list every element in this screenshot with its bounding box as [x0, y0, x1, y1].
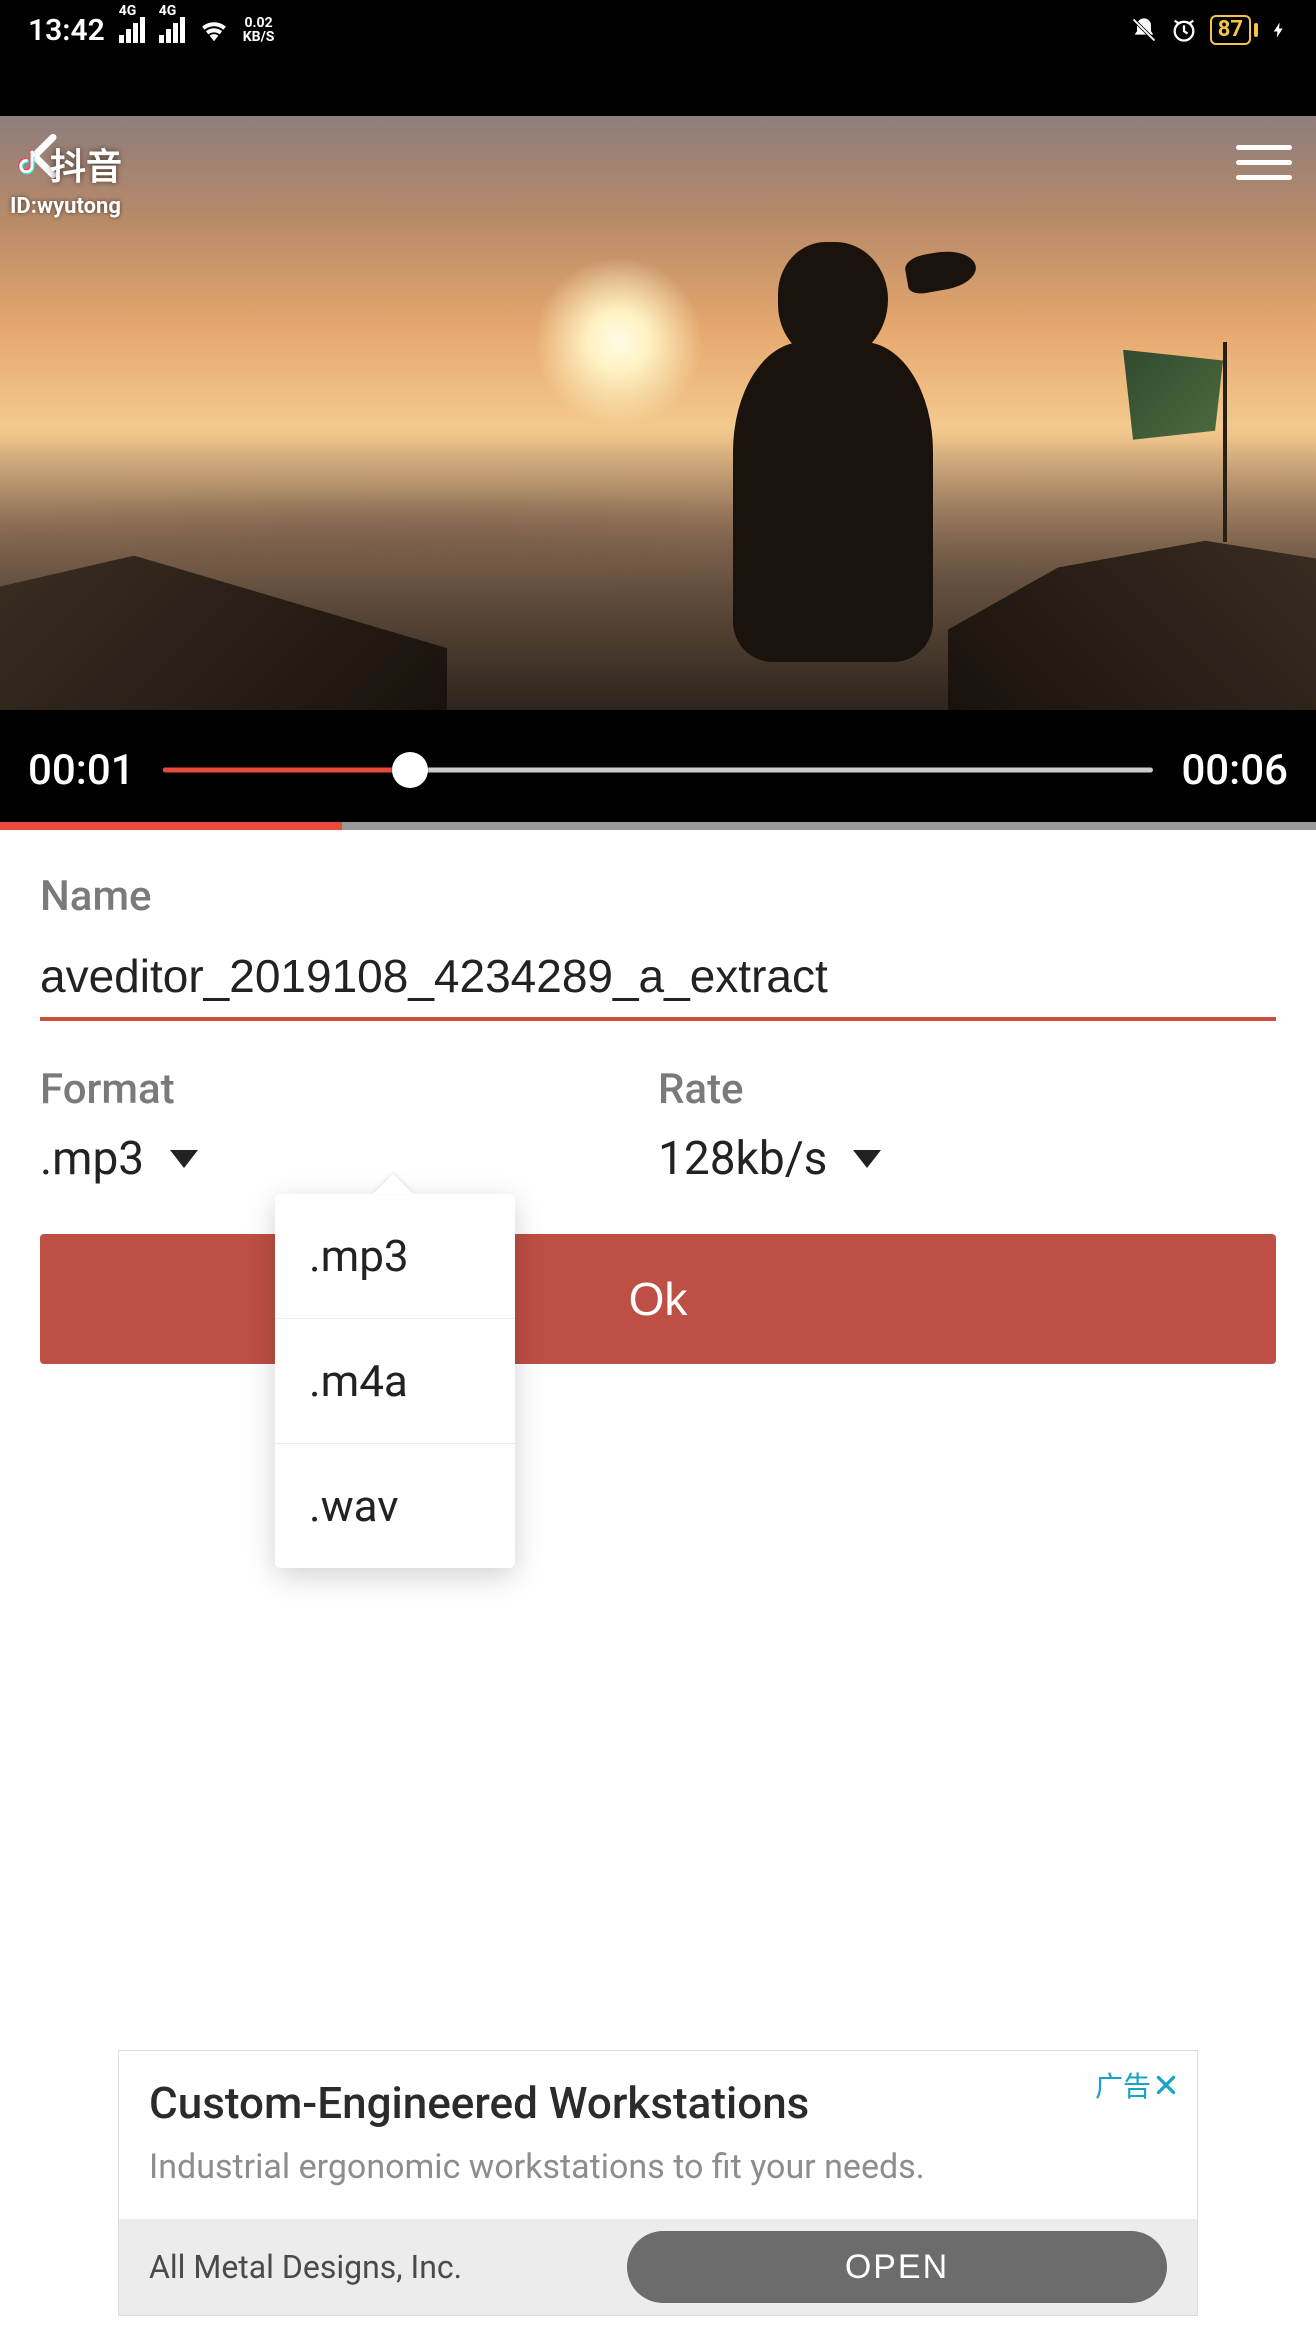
caret-down-icon	[170, 1150, 198, 1168]
status-bar: 13:42 4G 4G 0.02 KB/S 87	[0, 0, 1316, 60]
extract-form: Name Format .mp3 Rate 128kb/s Ok	[0, 830, 1316, 1364]
ad-open-button[interactable]: OPEN	[627, 2231, 1167, 2303]
watermark-app-name: 抖音	[50, 138, 122, 190]
ad-subtitle: Industrial ergonomic workstations to fit…	[149, 2147, 1167, 2187]
tiktok-icon	[10, 147, 44, 181]
wifi-icon	[199, 15, 229, 45]
seek-bar[interactable]	[163, 766, 1154, 774]
charging-icon	[1270, 17, 1288, 43]
total-time: 00:06	[1181, 746, 1288, 795]
ad-company: All Metal Designs, Inc.	[149, 2248, 462, 2286]
signal-1-icon: 4G	[119, 17, 145, 43]
format-select[interactable]: .mp3	[40, 1132, 658, 1186]
signal-2-icon: 4G	[159, 17, 185, 43]
caret-down-icon	[853, 1150, 881, 1168]
current-time: 00:01	[28, 746, 135, 795]
alarm-icon	[1170, 16, 1198, 44]
video-watermark: 抖音 ID:wyutong	[10, 138, 122, 219]
rate-label: Rate	[658, 1065, 1276, 1114]
menu-button[interactable]	[1236, 134, 1292, 190]
status-left: 13:42 4G 4G 0.02 KB/S	[28, 13, 274, 48]
hamburger-icon	[1236, 145, 1292, 150]
watermark-user-id: ID:wyutong	[10, 194, 122, 219]
ad-banner[interactable]: 广告 Custom-Engineered Workstations Indust…	[118, 2050, 1198, 2316]
status-right: 87	[1130, 15, 1288, 45]
video-controls: 00:01 00:06	[0, 710, 1316, 830]
name-input[interactable]	[40, 943, 1276, 1021]
seek-thumb[interactable]	[392, 752, 428, 788]
rate-value: 128kb/s	[658, 1132, 827, 1186]
ad-title: Custom-Engineered Workstations	[149, 2077, 1167, 2129]
close-icon[interactable]	[1153, 2072, 1179, 2098]
video-player[interactable]: 抖音 ID:wyutong 00:01 00:06	[0, 60, 1316, 830]
format-dropdown: .mp3 .m4a .wav	[275, 1194, 515, 1568]
ok-button[interactable]: Ok	[40, 1234, 1276, 1364]
format-option-m4a[interactable]: .m4a	[275, 1319, 515, 1444]
ad-badge: 广告	[1095, 2065, 1179, 2105]
battery-icon: 87	[1210, 15, 1258, 45]
video-frame	[0, 116, 1316, 710]
format-option-wav[interactable]: .wav	[275, 1444, 515, 1568]
status-time: 13:42	[28, 13, 105, 48]
format-option-mp3[interactable]: .mp3	[275, 1194, 515, 1319]
format-label: Format	[40, 1065, 658, 1114]
rate-select[interactable]: 128kb/s	[658, 1132, 1276, 1186]
net-speed: 0.02 KB/S	[243, 16, 275, 44]
mute-icon	[1130, 16, 1158, 44]
screen: 13:42 4G 4G 0.02 KB/S 87	[0, 0, 1316, 2340]
name-label: Name	[40, 872, 1276, 921]
buffer-bar	[0, 822, 1316, 830]
format-value: .mp3	[40, 1132, 144, 1186]
popover-arrow-icon	[373, 1174, 413, 1194]
